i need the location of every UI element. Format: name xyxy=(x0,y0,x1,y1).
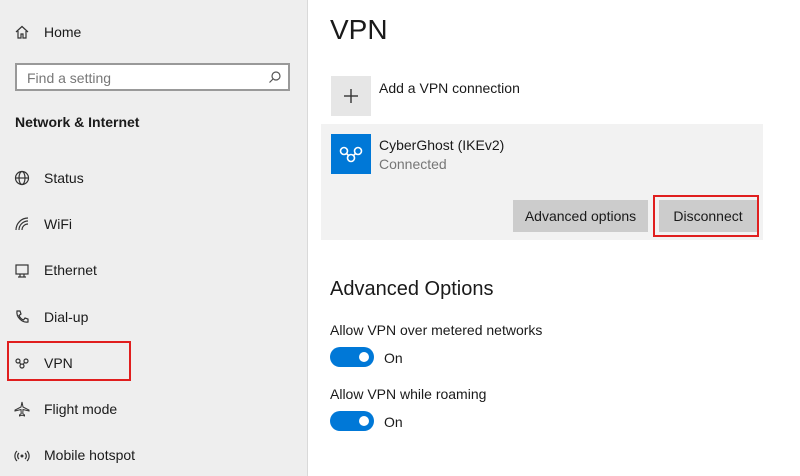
sidebar-item-flight-mode[interactable]: Flight mode xyxy=(0,389,307,429)
advanced-options-button[interactable]: Advanced options xyxy=(513,200,648,232)
sidebar-item-dial-up[interactable]: Dial-up xyxy=(0,297,307,337)
advanced-options-heading: Advanced Options xyxy=(330,278,494,300)
phone-icon xyxy=(12,307,32,327)
add-vpn-button[interactable] xyxy=(331,76,371,116)
sidebar-item-status[interactable]: Status xyxy=(0,158,307,198)
sidebar-item-mobile-hotspot[interactable]: Mobile hotspot xyxy=(0,435,307,475)
home-icon xyxy=(12,22,32,42)
sidebar-section-title: Network & Internet xyxy=(15,114,140,130)
search-box[interactable] xyxy=(15,63,290,91)
ethernet-icon xyxy=(12,260,32,280)
hotspot-icon xyxy=(12,445,32,465)
connection-status: Connected xyxy=(379,156,447,172)
metered-toggle-state: On xyxy=(384,350,403,366)
sidebar-item-label: Mobile hotspot xyxy=(44,447,136,463)
settings-sidebar: Home Network & Internet Status WiFi Ethe… xyxy=(0,0,308,476)
metered-option-label: Allow VPN over metered networks xyxy=(330,322,543,338)
wifi-icon xyxy=(12,214,32,234)
sidebar-item-label: Dial-up xyxy=(44,309,89,325)
sidebar-item-label: Status xyxy=(44,170,84,186)
sidebar-item-label: Flight mode xyxy=(44,401,118,417)
vpn-icon xyxy=(331,134,371,174)
globe-icon xyxy=(12,168,32,188)
airplane-icon xyxy=(12,399,32,419)
sidebar-item-vpn[interactable]: VPN xyxy=(0,343,307,383)
sidebar-item-label: Ethernet xyxy=(44,262,97,278)
vpn-connection-card[interactable]: CyberGhost (IKEv2) Connected Advanced op… xyxy=(321,124,763,240)
vpn-page: VPN Add a VPN connection CyberGhost (IKE… xyxy=(308,0,800,476)
connection-name: CyberGhost (IKEv2) xyxy=(379,137,505,153)
roaming-toggle-state: On xyxy=(384,414,403,430)
search-input[interactable] xyxy=(25,67,264,89)
search-icon[interactable] xyxy=(268,70,282,84)
plus-icon xyxy=(344,89,358,103)
toggle-knob xyxy=(359,352,369,362)
sidebar-item-ethernet[interactable]: Ethernet xyxy=(0,250,307,290)
sidebar-item-label: VPN xyxy=(44,355,73,371)
roaming-toggle[interactable] xyxy=(330,411,374,431)
sidebar-item-home[interactable]: Home xyxy=(0,12,307,52)
page-title: VPN xyxy=(330,14,388,45)
disconnect-button[interactable]: Disconnect xyxy=(659,200,757,232)
sidebar-item-label: WiFi xyxy=(44,216,72,232)
add-vpn-label[interactable]: Add a VPN connection xyxy=(379,80,520,96)
toggle-knob xyxy=(359,416,369,426)
vpn-icon xyxy=(12,353,32,373)
roaming-option-label: Allow VPN while roaming xyxy=(330,386,487,402)
sidebar-item-wifi[interactable]: WiFi xyxy=(0,204,307,244)
metered-toggle[interactable] xyxy=(330,347,374,367)
sidebar-item-label: Home xyxy=(44,24,82,40)
